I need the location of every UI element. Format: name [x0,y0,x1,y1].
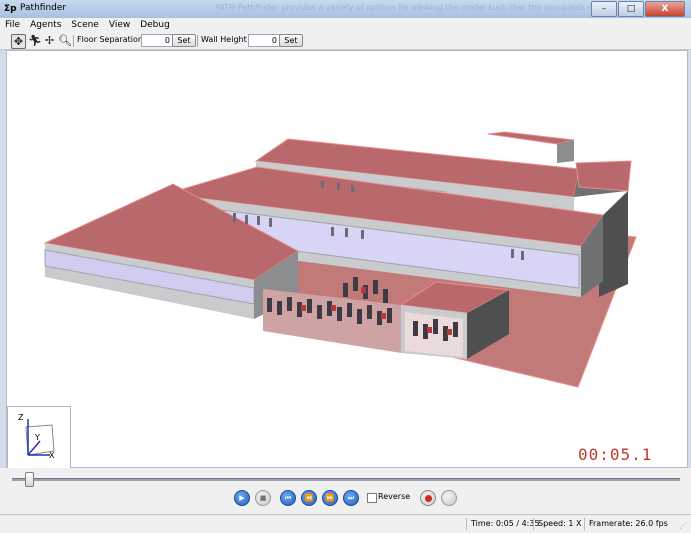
timeline-slider[interactable] [12,478,680,481]
skip-to-end-button[interactable]: ⏭ [343,490,359,506]
axis-y-label: Y [35,433,40,442]
building-scene [43,131,637,388]
fast-forward-icon: ⏩ [325,494,335,502]
simulation-timer: 00:05.1 [578,445,653,464]
status-framerate: Framerate: 26.0 fps [584,518,668,530]
status-speed: Speed: 1 X [533,518,581,530]
window-title: Pathfinder [20,3,67,13]
orbit-icon[interactable]: ✥ [11,34,26,49]
step-back-button[interactable]: ⏪ [301,490,317,506]
menu-agents[interactable]: Agents [25,18,66,32]
menu-file[interactable]: File [0,18,25,32]
3d-viewport[interactable] [6,50,688,468]
stop-button[interactable]: ■ [255,490,271,506]
step-forward-button[interactable]: ⏩ [322,490,338,506]
resize-grip-icon[interactable]: ⋰ [679,521,689,531]
title-bar: Σp Pathfinder PATH-Pathfinder provides a… [0,0,691,19]
playback-panel: ▶ ■ ⏮ ⏪ ⏩ ⏭ Reverse [0,468,691,514]
wall-height-set-button[interactable]: Set [279,34,303,47]
menu-debug[interactable]: Debug [135,18,175,32]
right-side-wall [599,191,628,297]
axis-z-label: Z [18,413,24,422]
reverse-label: Reverse [378,492,411,501]
menu-scene[interactable]: Scene [66,18,103,32]
close-button[interactable]: X [645,1,685,17]
reverse-checkbox[interactable] [367,493,377,503]
axis-orientation-widget[interactable]: Z Y X [7,406,71,470]
maximize-button[interactable]: □ [618,1,644,17]
rear-tower-wall [557,140,574,163]
agent-icon[interactable]: 🏃︎ [28,34,42,47]
toolbar-separator [197,35,198,47]
play-icon: ▶ [239,494,245,502]
record-button[interactable] [420,490,436,506]
axis-x-label: X [49,451,55,460]
menu-view[interactable]: View [104,18,135,32]
rear-tower-roof [487,131,575,145]
app-icon: Σp [4,4,17,14]
menu-bar: File Agents Scene View Debug [0,18,691,32]
play-button[interactable]: ▶ [234,490,250,506]
toolbar: ✥ 🏃︎ ✢ 🔍︎ Floor Separation (m): 0 Set Wa… [0,32,691,50]
window-controls: – □ X [590,1,685,17]
skip-end-icon: ⏭ [347,493,355,502]
zoom-icon[interactable]: 🔍︎ [58,34,72,47]
right-roof [575,160,632,192]
record-icon [424,494,432,502]
status-time: Time: 0:05 / 4:35 [466,518,540,530]
toolbar-separator [73,35,74,47]
skip-to-start-button[interactable]: ⏮ [280,490,296,506]
skip-start-icon: ⏮ [284,493,292,502]
floor-separation-set-button[interactable]: Set [172,34,196,47]
rewind-icon: ⏪ [304,494,314,502]
floor-separation-input[interactable]: 0 [141,34,173,47]
wall-height-input[interactable]: 0 [248,34,280,47]
faded-caption: PATH-Pathfinder provides a variety of op… [215,3,611,12]
pan-icon[interactable]: ✢ [43,34,56,47]
minimize-button[interactable]: – [591,1,617,17]
stop-icon: ■ [259,494,267,502]
record-stop-button[interactable] [441,490,457,506]
timeline-slider-thumb[interactable] [25,472,35,487]
status-bar: Time: 0:05 / 4:35 Speed: 1 X Framerate: … [0,514,691,533]
